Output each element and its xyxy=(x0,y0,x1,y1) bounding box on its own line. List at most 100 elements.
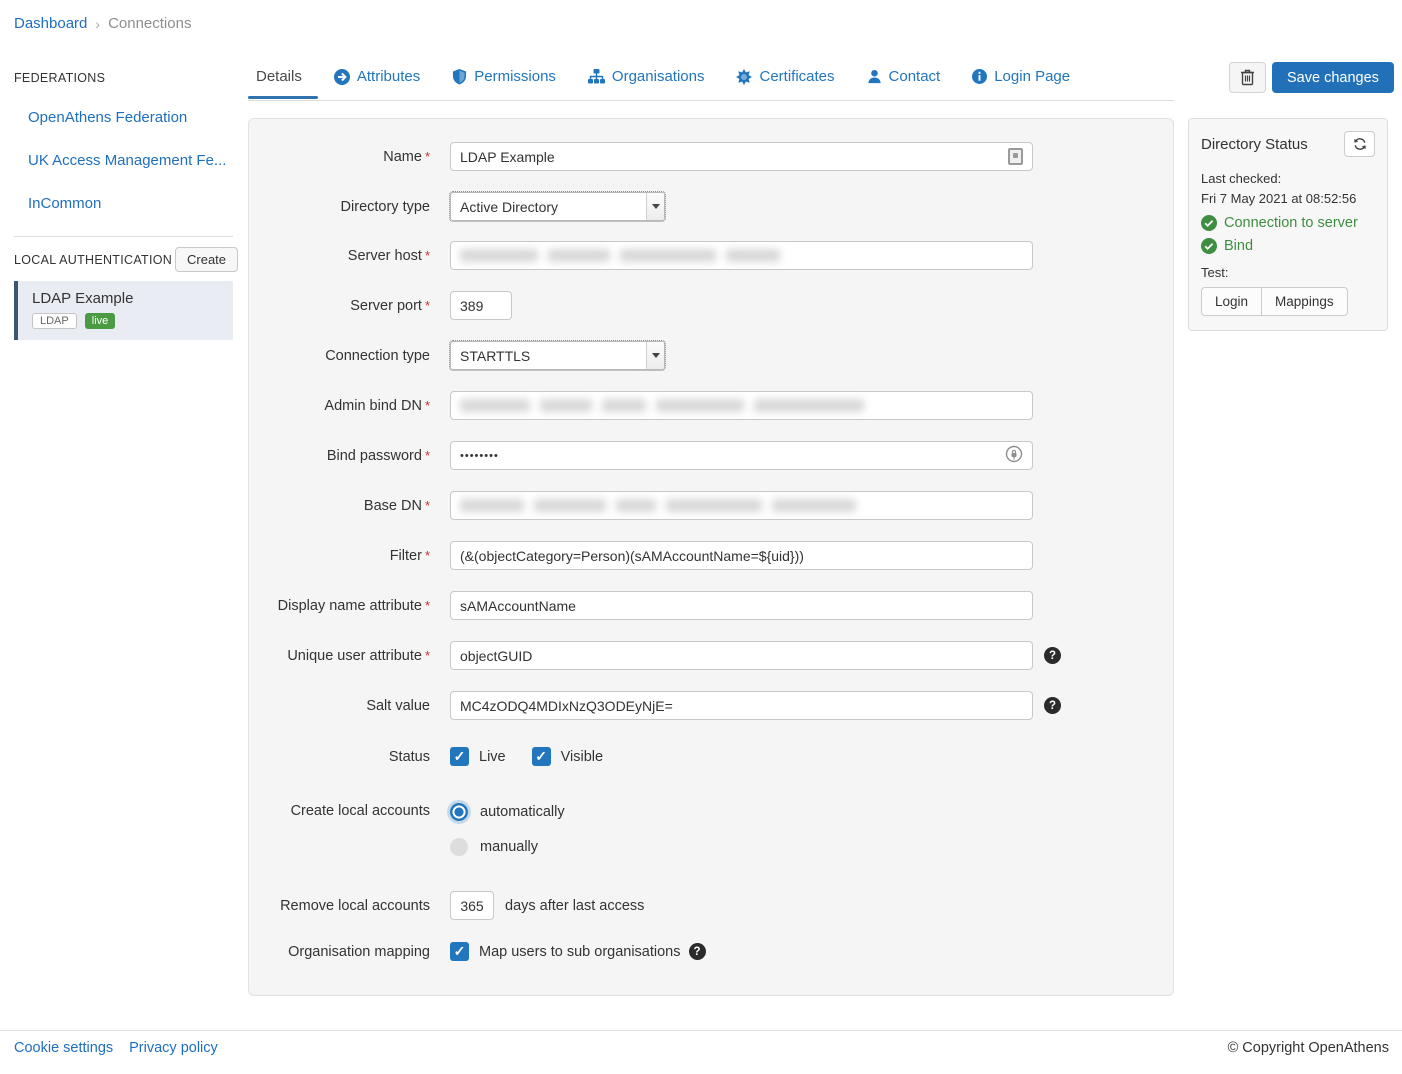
help-icon[interactable]: ? xyxy=(1044,647,1061,664)
test-mappings-button[interactable]: Mappings xyxy=(1261,287,1348,316)
required-marker: * xyxy=(425,149,430,164)
local-authentication-heading: LOCAL AUTHENTICATION xyxy=(14,253,172,267)
server-host-input[interactable] xyxy=(450,241,1033,270)
directory-type-select[interactable]: Active Directory xyxy=(450,192,665,221)
visible-checkbox[interactable]: ✓ xyxy=(532,747,551,766)
manually-radio-label: manually xyxy=(480,839,538,855)
test-label: Test: xyxy=(1201,265,1375,280)
sidebar-item-openathens-federation[interactable]: OpenAthens Federation xyxy=(28,109,187,126)
help-icon[interactable]: ? xyxy=(689,943,706,960)
status-label: Status xyxy=(249,749,430,765)
tab-contact[interactable]: Contact xyxy=(851,66,957,97)
map-users-checkbox[interactable]: ✓ xyxy=(450,942,469,961)
delete-connection-button[interactable] xyxy=(1229,62,1266,93)
tab-bar: Details Attributes Permissions Organisat… xyxy=(248,66,1174,101)
refresh-icon xyxy=(1353,137,1367,151)
admin-bind-dn-label: Admin bind DN* xyxy=(249,398,430,414)
chevron-down-icon xyxy=(646,342,664,369)
display-name-attribute-input[interactable]: sAMAccountName xyxy=(450,591,1033,620)
directory-status-panel: Directory Status Last checked: Fri 7 May… xyxy=(1188,118,1388,331)
server-host-label: Server host* xyxy=(249,248,430,264)
base-dn-input[interactable] xyxy=(450,491,1033,520)
footer: Cookie settings Privacy policy © Copyrig… xyxy=(0,1030,1402,1031)
redacted-value xyxy=(460,499,856,512)
salt-value-label: Salt value xyxy=(249,698,430,714)
base-dn-label: Base DN* xyxy=(249,498,430,514)
form-row-server-host: Server host* xyxy=(249,241,1173,270)
form-row-status: Status ✓ Live ✓ Visible xyxy=(249,747,1173,766)
admin-bind-dn-input[interactable] xyxy=(450,391,1033,420)
privacy-policy-link[interactable]: Privacy policy xyxy=(129,1040,218,1056)
visible-checkbox-label: Visible xyxy=(561,749,603,765)
tab-permissions[interactable]: Permissions xyxy=(436,66,572,97)
manually-radio[interactable] xyxy=(450,838,468,856)
status-connection-label: Connection to server xyxy=(1224,215,1358,231)
unique-user-attribute-input[interactable]: objectGUID xyxy=(450,641,1033,670)
arrow-circle-right-icon xyxy=(334,69,350,85)
info-circle-icon xyxy=(972,69,987,84)
tab-attributes-label: Attributes xyxy=(357,68,420,85)
status-bind: Bind xyxy=(1201,238,1375,254)
create-connection-button[interactable]: Create xyxy=(175,247,238,272)
form-row-admin-bind-dn: Admin bind DN* xyxy=(249,391,1173,420)
bind-password-input[interactable]: •••••••• xyxy=(450,441,1033,470)
breadcrumb-dashboard-link[interactable]: Dashboard xyxy=(14,15,87,32)
help-icon[interactable]: ? xyxy=(1044,697,1061,714)
redacted-value xyxy=(460,249,780,262)
connection-type-select[interactable]: STARTTLS xyxy=(450,341,665,370)
required-marker: * xyxy=(425,648,430,663)
tab-organisations[interactable]: Organisations xyxy=(572,66,721,97)
required-marker: * xyxy=(425,498,430,513)
test-login-button[interactable]: Login xyxy=(1201,287,1261,316)
server-port-input[interactable]: 389 xyxy=(450,291,512,320)
form-row-unique-user-attribute: Unique user attribute* objectGUID ? xyxy=(249,641,1173,670)
tab-attributes[interactable]: Attributes xyxy=(318,66,436,97)
remove-local-accounts-label: Remove local accounts xyxy=(249,898,430,914)
remove-days-input[interactable]: 365 xyxy=(450,891,494,920)
automatically-radio[interactable] xyxy=(450,803,468,821)
form-row-bind-password: Bind password* •••••••• xyxy=(249,441,1173,470)
required-marker: * xyxy=(425,398,430,413)
map-users-checkbox-label: Map users to sub organisations xyxy=(479,944,681,960)
filter-input[interactable]: (&(objectCategory=Person)(sAMAccountName… xyxy=(450,541,1033,570)
autofill-extension-icon[interactable] xyxy=(1008,148,1023,165)
salt-value-input[interactable]: MC4zODQ4MDIxNzQ3ODEyNjE= xyxy=(450,691,1033,720)
form-row-name: Name* LDAP Example xyxy=(249,142,1173,171)
directory-status-title: Directory Status xyxy=(1201,136,1308,153)
tab-details[interactable]: Details xyxy=(248,66,318,97)
password-manager-lock-icon[interactable] xyxy=(1005,445,1023,466)
connection-type-label: Connection type xyxy=(249,348,430,364)
status-bind-label: Bind xyxy=(1224,238,1253,254)
name-input[interactable]: LDAP Example xyxy=(450,142,1033,171)
name-label: Name* xyxy=(249,149,430,165)
user-icon xyxy=(867,69,882,84)
server-port-label: Server port* xyxy=(249,298,430,314)
required-marker: * xyxy=(425,598,430,613)
sidebar-item-ldap-example[interactable]: LDAP Example LDAP live xyxy=(14,281,233,340)
form-row-connection-type: Connection type STARTTLS xyxy=(249,341,1173,370)
last-checked-label: Last checked: xyxy=(1201,169,1375,189)
copyright-text: © Copyright OpenAthens xyxy=(1228,1040,1389,1056)
live-checkbox[interactable]: ✓ xyxy=(450,747,469,766)
tab-certificates[interactable]: Certificates xyxy=(720,66,850,97)
page: Dashboard › Connections FEDERATIONS Open… xyxy=(0,0,1402,1074)
sidebar-item-incommon[interactable]: InCommon xyxy=(28,195,101,212)
form-row-filter: Filter* (&(objectCategory=Person)(sAMAcc… xyxy=(249,541,1173,570)
tab-organisations-label: Organisations xyxy=(612,68,705,85)
federations-heading: FEDERATIONS xyxy=(14,71,105,85)
refresh-status-button[interactable] xyxy=(1344,131,1375,157)
filter-label: Filter* xyxy=(249,548,430,564)
sidebar-divider xyxy=(14,236,233,237)
breadcrumb-current: Connections xyxy=(108,15,191,32)
cookie-settings-link[interactable]: Cookie settings xyxy=(14,1040,113,1056)
form-row-remove-local-accounts: Remove local accounts 365 days after las… xyxy=(249,891,1173,920)
check-circle-icon xyxy=(1201,238,1217,254)
sidebar-item-uk-access-management[interactable]: UK Access Management Fe... xyxy=(28,152,226,169)
save-changes-button[interactable]: Save changes xyxy=(1272,62,1394,93)
required-marker: * xyxy=(425,448,430,463)
trash-icon xyxy=(1240,69,1255,86)
tab-login-page[interactable]: Login Page xyxy=(956,66,1086,97)
display-name-attribute-label: Display name attribute* xyxy=(249,598,430,614)
tab-permissions-label: Permissions xyxy=(474,68,556,85)
status-connection-to-server: Connection to server xyxy=(1201,215,1375,231)
